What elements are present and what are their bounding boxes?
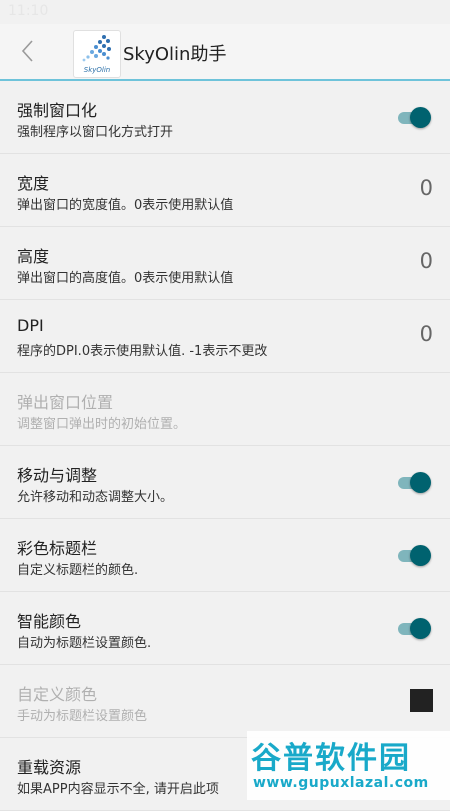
setting-height[interactable]: 高度 弹出窗口的高度值。0表示使用默认值 0 <box>0 227 450 300</box>
toggle-thumb <box>410 472 431 493</box>
setting-summary: 弹出窗口的宽度值。0表示使用默认值 <box>17 198 234 213</box>
colored-titlebar-toggle[interactable] <box>398 545 431 566</box>
app-title: SkyOlin助手 <box>123 44 227 65</box>
setting-title: 重载资源 <box>17 758 82 777</box>
watermark: 谷普软件园 www.gupuxlazal.com <box>247 731 450 800</box>
watermark-brand: 谷普软件园 <box>251 741 411 776</box>
setting-dpi[interactable]: DPI 程序的DPI.0表示使用默认值. -1表示不更改 0 <box>0 300 450 373</box>
setting-smart-color[interactable]: 智能颜色 自动为标题栏设置颜色. <box>0 592 450 665</box>
setting-title: 强制窗口化 <box>17 101 98 120</box>
setting-popup-position: 弹出窗口位置 调整窗口弹出时的初始位置。 <box>0 373 450 446</box>
setting-title: DPI <box>17 316 44 335</box>
watermark-url: www.gupuxlazal.com <box>253 775 429 791</box>
setting-summary: 自动为标题栏设置颜色. <box>17 636 152 651</box>
setting-custom-color: 自定义颜色 手动为标题栏设置颜色 <box>0 665 450 738</box>
color-swatch <box>410 689 433 712</box>
setting-summary: 手动为标题栏设置颜色 <box>17 709 148 724</box>
setting-summary: 自定义标题栏的颜色. <box>17 563 139 578</box>
logo-text: SkyOlin <box>83 66 111 74</box>
setting-summary: 弹出窗口的高度值。0表示使用默认值 <box>17 271 234 286</box>
setting-title: 移动与调整 <box>17 466 98 485</box>
back-arrow-icon[interactable] <box>18 39 38 63</box>
logo-dots-icon <box>82 35 111 62</box>
setting-title: 彩色标题栏 <box>17 539 98 558</box>
setting-move-resize[interactable]: 移动与调整 允许移动和动态调整大小。 <box>0 446 450 519</box>
setting-summary: 调整窗口弹出时的初始位置。 <box>17 417 187 432</box>
setting-title: 宽度 <box>17 174 50 193</box>
setting-width[interactable]: 宽度 弹出窗口的宽度值。0表示使用默认值 0 <box>0 154 450 227</box>
setting-summary: 强制程序以窗口化方式打开 <box>17 125 174 140</box>
setting-title: 自定义颜色 <box>17 685 98 704</box>
setting-summary: 如果APP内容显示不全, 请开启此项 <box>17 782 219 797</box>
app-logo: SkyOlin <box>73 30 121 78</box>
settings-list: 强制窗口化 强制程序以窗口化方式打开 宽度 弹出窗口的宽度值。0表示使用默认值 … <box>0 81 450 811</box>
setting-summary: 允许移动和动态调整大小。 <box>17 490 174 505</box>
toggle-thumb <box>410 618 431 639</box>
status-bar: 11:10 <box>0 0 450 24</box>
setting-title: 弹出窗口位置 <box>17 393 114 412</box>
toggle-thumb <box>410 545 431 566</box>
setting-force-window[interactable]: 强制窗口化 强制程序以窗口化方式打开 <box>0 81 450 154</box>
move-resize-toggle[interactable] <box>398 472 431 493</box>
toggle-thumb <box>410 107 431 128</box>
smart-color-toggle[interactable] <box>398 618 431 639</box>
setting-summary: 程序的DPI.0表示使用默认值. -1表示不更改 <box>17 344 268 359</box>
height-value: 0 <box>419 249 433 273</box>
status-time: 11:10 <box>8 3 49 19</box>
setting-title: 智能颜色 <box>17 612 82 631</box>
dpi-value: 0 <box>419 322 433 346</box>
force-window-toggle[interactable] <box>398 107 431 128</box>
app-bar: SkyOlin SkyOlin助手 <box>0 24 450 81</box>
setting-colored-titlebar[interactable]: 彩色标题栏 自定义标题栏的颜色. <box>0 519 450 592</box>
setting-title: 高度 <box>17 247 50 266</box>
width-value: 0 <box>419 176 433 200</box>
